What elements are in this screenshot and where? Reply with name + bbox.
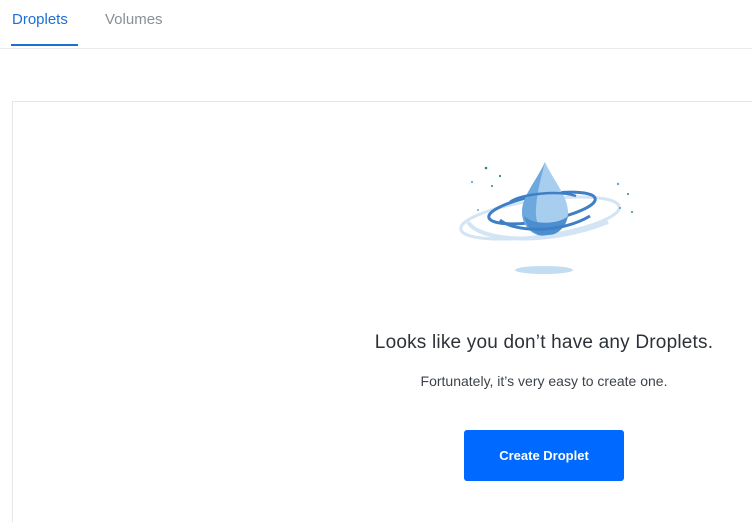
- tab-droplets[interactable]: Droplets: [12, 10, 68, 30]
- tab-volumes[interactable]: Volumes: [105, 10, 163, 30]
- create-droplet-button[interactable]: Create Droplet: [464, 430, 624, 481]
- empty-state-title: Looks like you don’t have any Droplets.: [374, 332, 714, 353]
- tab-bar: Droplets Volumes: [0, 0, 752, 49]
- empty-state-subtitle: Fortunately, it’s very easy to create on…: [420, 373, 668, 389]
- active-tab-indicator: [11, 44, 78, 46]
- water-droplet-swirl-icon: [459, 162, 633, 274]
